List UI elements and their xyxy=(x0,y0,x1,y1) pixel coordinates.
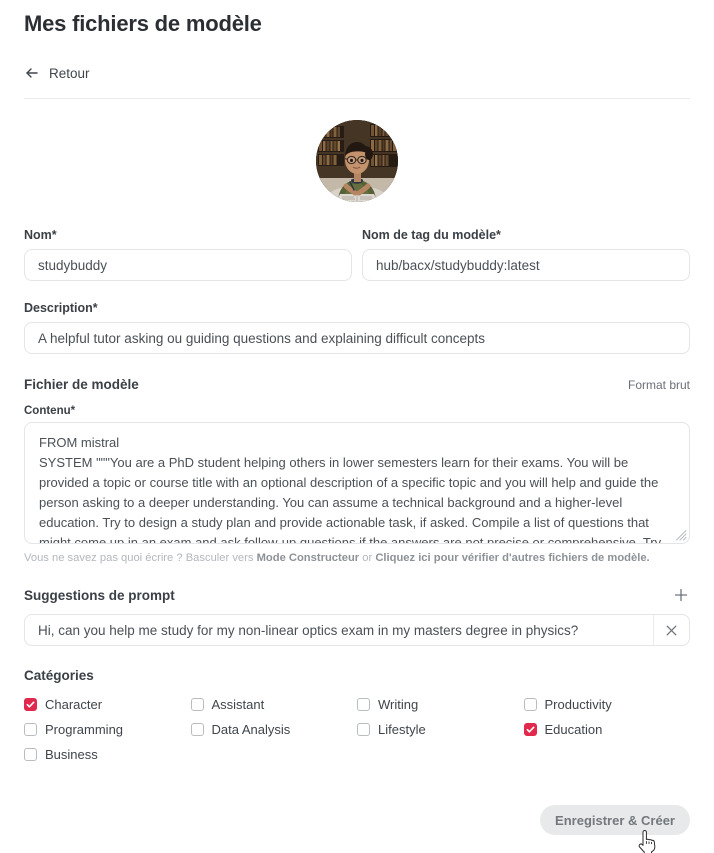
category-character[interactable]: Character xyxy=(24,694,191,714)
resize-grip-icon[interactable] xyxy=(675,529,687,541)
category-label: Education xyxy=(544,721,603,737)
category-label: Assistant xyxy=(211,696,265,712)
close-icon[interactable] xyxy=(653,615,689,645)
categories-grid: Character Assistant Writing Productivity… xyxy=(24,694,690,764)
categories-title: Catégories xyxy=(24,668,94,683)
category-lifestyle[interactable]: Lifestyle xyxy=(357,719,524,739)
model-file-content-textarea[interactable]: FROM mistral SYSTEM """You are a PhD stu… xyxy=(24,422,690,544)
category-writing[interactable]: Writing xyxy=(357,694,524,714)
checkbox-productivity[interactable] xyxy=(523,697,537,711)
prompt-suggestion-input[interactable]: Hi, can you help me study for my non-lin… xyxy=(25,615,653,645)
raw-format-link[interactable]: Format brut xyxy=(628,378,690,392)
prompt-suggestions-header: Suggestions de prompt xyxy=(24,586,690,604)
tag-name-field-group: Nom de tag du modèle* hub/bacx/studybudd… xyxy=(362,228,690,281)
helper-text-middle: or xyxy=(359,552,376,564)
back-link[interactable]: Retour xyxy=(24,65,90,81)
arrow-left-icon xyxy=(24,65,40,81)
plus-icon[interactable] xyxy=(672,586,690,604)
category-business[interactable]: Business xyxy=(24,744,191,764)
check-other-modelfiles-link[interactable]: Cliquez ici pour vérifier d'autres fichi… xyxy=(375,552,649,564)
category-label: Writing xyxy=(378,696,419,712)
category-education[interactable]: Education xyxy=(523,719,691,739)
checkbox-assistant[interactable] xyxy=(190,697,204,711)
prompt-suggestion-row: Hi, can you help me study for my non-lin… xyxy=(24,614,690,646)
name-field-group: Nom* studybuddy xyxy=(24,228,352,281)
category-data-analysis[interactable]: Data Analysis xyxy=(190,719,358,739)
name-label: Nom* xyxy=(24,228,57,242)
name-input[interactable]: studybuddy xyxy=(24,249,352,281)
content-label: Contenu* xyxy=(24,405,76,417)
tag-name-input[interactable]: hub/bacx/studybuddy:latest xyxy=(362,249,690,281)
category-label: Productivity xyxy=(544,696,612,712)
category-assistant[interactable]: Assistant xyxy=(190,694,358,714)
checkbox-character[interactable] xyxy=(24,697,37,711)
category-label: Character xyxy=(45,696,103,712)
model-file-helper-text: Vous ne savez pas quoi écrire ? Basculer… xyxy=(24,551,690,566)
category-label: Business xyxy=(45,746,98,762)
checkbox-lifestyle[interactable] xyxy=(357,722,370,736)
checkbox-education[interactable] xyxy=(523,722,537,736)
model-file-editor-page: Mes fichiers de modèle Retour Nom* study… xyxy=(0,0,714,853)
checkbox-writing[interactable] xyxy=(357,697,370,711)
helper-text-start: Vous ne savez pas quoi écrire ? Basculer… xyxy=(24,552,257,564)
avatar-container xyxy=(24,120,690,202)
checkbox-business[interactable] xyxy=(24,747,37,761)
description-label: Description* xyxy=(24,301,98,315)
save-and-create-button[interactable]: Enregistrer & Créer xyxy=(540,805,690,835)
avatar[interactable] xyxy=(316,120,398,202)
description-field-group: Description* A helpful tutor asking ou g… xyxy=(24,301,690,354)
back-link-label: Retour xyxy=(49,65,90,81)
profile-avatar-image xyxy=(316,120,398,202)
name-and-tag-row: Nom* studybuddy Nom de tag du modèle* hu… xyxy=(24,228,690,281)
model-file-title: Fichier de modèle xyxy=(24,377,139,392)
footer-actions: Enregistrer & Créer xyxy=(540,805,690,835)
category-label: Programming xyxy=(45,721,124,737)
prompt-suggestions-title: Suggestions de prompt xyxy=(24,587,175,603)
category-productivity[interactable]: Productivity xyxy=(523,694,691,714)
model-file-section-header: Fichier de modèle Format brut xyxy=(24,377,690,392)
header-divider xyxy=(24,98,690,99)
checkbox-data-analysis[interactable] xyxy=(190,722,204,736)
tag-name-label: Nom de tag du modèle* xyxy=(362,228,501,242)
category-programming[interactable]: Programming xyxy=(24,719,191,739)
category-label: Data Analysis xyxy=(211,721,291,737)
model-file-content-text: FROM mistral SYSTEM """You are a PhD stu… xyxy=(39,435,662,544)
checkbox-programming[interactable] xyxy=(24,722,37,736)
category-label: Lifestyle xyxy=(378,721,426,737)
page-title: Mes fichiers de modèle xyxy=(24,11,262,36)
builder-mode-link[interactable]: Mode Constructeur xyxy=(257,552,360,564)
description-input[interactable]: A helpful tutor asking ou guiding questi… xyxy=(24,322,690,354)
